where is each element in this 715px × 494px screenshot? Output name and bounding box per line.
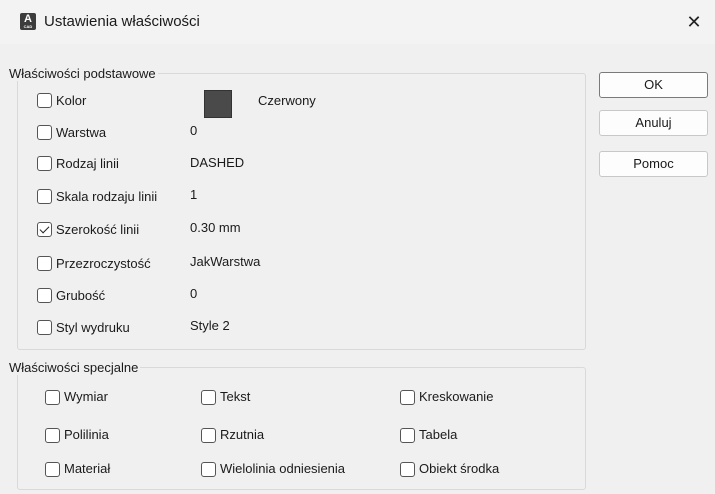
multileader-label: Wielolinia odniesienia — [220, 461, 346, 476]
color-value: Czerwony — [258, 93, 316, 108]
polyline-label: Polilinia — [64, 427, 109, 442]
table-label: Tabela — [419, 427, 458, 442]
color-checkbox[interactable] — [37, 93, 52, 108]
transparency-value: JakWarstwa — [190, 254, 261, 269]
text-checkbox[interactable] — [201, 390, 216, 405]
viewport-checkbox[interactable] — [201, 428, 216, 443]
polyline-checkbox[interactable] — [45, 428, 60, 443]
thickness-checkbox[interactable] — [37, 288, 52, 303]
plot-style-label: Styl wydruku — [56, 320, 130, 335]
linetype-label: Rodzaj linii — [56, 156, 119, 171]
transparency-checkbox[interactable] — [37, 256, 52, 271]
material-checkbox[interactable] — [45, 462, 60, 477]
linetype-scale-value: 1 — [190, 187, 198, 202]
table-checkbox[interactable] — [400, 428, 415, 443]
title-bar: A CAD Ustawienia właściwości ✕ — [0, 0, 715, 44]
linetype-value: DASHED — [190, 155, 245, 170]
dialog-title: Ustawienia właściwości — [44, 13, 200, 30]
hatch-checkbox[interactable] — [400, 390, 415, 405]
layer-checkbox[interactable] — [37, 125, 52, 140]
ok-button[interactable]: OK — [599, 72, 708, 98]
help-button[interactable]: Pomoc — [599, 151, 708, 177]
basic-properties-legend: Właściwości podstawowe — [9, 66, 156, 81]
color-label: Kolor — [56, 93, 87, 108]
dialog-body: Właściwości podstawowe Właściwości specj… — [0, 44, 715, 494]
special-properties-legend: Właściwości specjalne — [9, 360, 139, 375]
plot-style-checkbox[interactable] — [37, 320, 52, 335]
thickness-value: 0 — [190, 286, 198, 301]
dimension-label: Wymiar — [64, 389, 108, 404]
layer-value: 0 — [190, 123, 198, 138]
basic-properties-group: Właściwości podstawowe — [9, 66, 586, 350]
thickness-label: Grubość — [56, 288, 106, 303]
lineweight-checkbox[interactable] — [37, 222, 52, 237]
linetype-checkbox[interactable] — [37, 156, 52, 171]
lineweight-label: Szerokość linii — [56, 222, 140, 237]
lineweight-value: 0.30 mm — [190, 220, 241, 235]
close-icon[interactable]: ✕ — [680, 8, 708, 36]
dimension-checkbox[interactable] — [45, 390, 60, 405]
text-label: Tekst — [220, 389, 251, 404]
center-object-label: Obiekt środka — [419, 461, 500, 476]
hatch-label: Kreskowanie — [419, 389, 494, 404]
layer-label: Warstwa — [56, 125, 107, 140]
cancel-button[interactable]: Anuluj — [599, 110, 708, 136]
transparency-label: Przezroczystość — [56, 256, 151, 271]
linetype-scale-checkbox[interactable] — [37, 189, 52, 204]
multileader-checkbox[interactable] — [201, 462, 216, 477]
plot-style-value: Style 2 — [190, 318, 230, 333]
viewport-label: Rzutnia — [220, 427, 265, 442]
linetype-scale-label: Skala rodzaju linii — [56, 189, 158, 204]
center-object-checkbox[interactable] — [400, 462, 415, 477]
app-icon: A CAD — [20, 13, 36, 30]
color-swatch — [204, 90, 232, 118]
material-label: Materiał — [64, 461, 111, 476]
